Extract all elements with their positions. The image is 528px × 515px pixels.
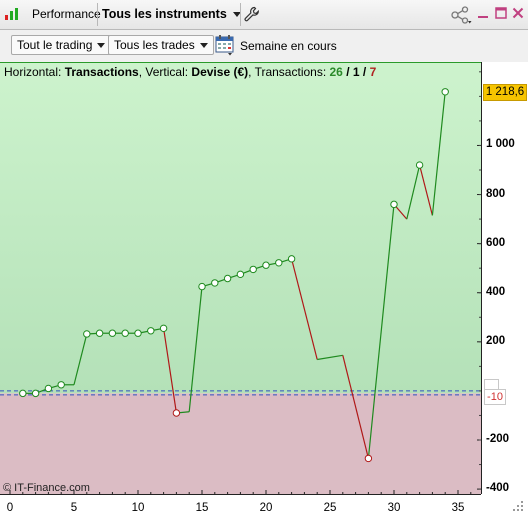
resize-grip-icon[interactable]: [510, 498, 524, 512]
y-tick-label: -200: [486, 433, 510, 445]
trade-point[interactable]: [95, 329, 104, 337]
profit-zone: [0, 62, 481, 394]
trade-point[interactable]: [249, 265, 257, 274]
instruments-dropdown[interactable]: Tous les instruments: [102, 0, 241, 29]
header-mid: , Vertical:: [138, 65, 192, 79]
trade-point[interactable]: [31, 389, 40, 398]
trade-point[interactable]: [44, 384, 53, 393]
losing-count: 7: [369, 65, 377, 79]
equity-curve-plot[interactable]: [0, 62, 528, 515]
trading-filter-dropdown[interactable]: Tout le trading: [11, 35, 112, 55]
y-tick-label: 400: [486, 285, 506, 298]
trading-filter-label: Tout le trading: [17, 38, 93, 52]
y-tick-label: 1 000: [486, 138, 515, 151]
tab-bar: Performance Tous les instruments: [0, 0, 528, 30]
y-tick-label: 800: [486, 187, 506, 200]
trade-point[interactable]: [390, 200, 398, 209]
vertical-axis-name: Devise (€): [191, 65, 249, 79]
calendar-icon[interactable]: [215, 34, 235, 56]
chevron-down-icon: [97, 43, 106, 48]
trades-filter-dropdown[interactable]: Tous les trades: [108, 35, 214, 55]
trade-point[interactable]: [172, 409, 181, 417]
trade-point[interactable]: [57, 381, 65, 389]
tab-performance[interactable]: Performance: [28, 0, 105, 29]
trade-point[interactable]: [121, 329, 129, 337]
tab-divider: [97, 3, 98, 26]
chart-header: Horizontal: Transactions, Vertical: Devi…: [4, 65, 376, 79]
horizontal-axis-name: Transactions: [64, 65, 139, 79]
winning-count: 26: [329, 65, 343, 79]
trade-point[interactable]: [441, 88, 449, 96]
x-tick-label: 10: [131, 502, 145, 514]
chevron-down-icon: [199, 43, 208, 48]
y-tick-label: -400: [486, 482, 510, 495]
trades-filter-label: Tous les trades: [114, 38, 195, 52]
trade-point[interactable]: [415, 161, 424, 169]
share-icon[interactable]: [451, 6, 473, 24]
period-label: Semaine en cours: [240, 39, 337, 53]
trade-point[interactable]: [262, 261, 270, 269]
trade-point[interactable]: [364, 454, 373, 463]
watermark: © IT-Finance.com: [3, 482, 90, 494]
y-tick-label: 600: [486, 236, 506, 249]
x-tick-label: 5: [70, 502, 78, 514]
reference-value-badge: -10: [484, 389, 506, 406]
header-prefix: Horizontal:: [4, 65, 65, 79]
trade-point[interactable]: [108, 329, 117, 337]
close-icon[interactable]: [511, 6, 525, 20]
trade-point[interactable]: [211, 279, 219, 287]
x-tick-label: 0: [6, 502, 14, 514]
x-tick-label: 35: [451, 502, 465, 514]
trade-point[interactable]: [83, 330, 91, 338]
performance-chart[interactable]: Horizontal: Transactions, Vertical: Devi…: [0, 62, 528, 515]
trade-point[interactable]: [287, 255, 296, 263]
slash: /: [359, 65, 370, 79]
x-tick-label: 30: [387, 502, 401, 514]
tab-performance-label: Performance: [32, 7, 101, 21]
trade-point[interactable]: [223, 274, 232, 283]
trade-point[interactable]: [134, 329, 142, 337]
instruments-dropdown-label: Tous les instruments: [102, 7, 227, 21]
loss-zone: [0, 393, 481, 494]
trade-point[interactable]: [275, 259, 283, 267]
flat-count: 1: [352, 65, 360, 79]
x-tick-label: 20: [259, 502, 273, 514]
minimize-icon[interactable]: [476, 6, 490, 20]
trade-point[interactable]: [198, 282, 206, 291]
filter-toolbar: Tout le trading Tous les trades Semaine …: [0, 30, 528, 62]
slash: /: [342, 65, 353, 79]
trade-point[interactable]: [236, 270, 245, 279]
performance-chart-icon: [5, 8, 18, 20]
wrench-icon[interactable]: [244, 6, 260, 22]
maximize-icon[interactable]: [494, 6, 508, 20]
x-tick-label: 25: [323, 502, 337, 514]
y-tick-label: 200: [486, 334, 506, 347]
trade-point[interactable]: [19, 389, 27, 398]
tab-divider: [240, 3, 241, 26]
trade-point[interactable]: [159, 324, 168, 333]
last-value-badge: 1 218,6: [483, 83, 527, 101]
trade-point[interactable]: [147, 327, 155, 335]
x-tick-label: 15: [195, 502, 209, 514]
header-mid2: , Transactions:: [248, 65, 330, 79]
